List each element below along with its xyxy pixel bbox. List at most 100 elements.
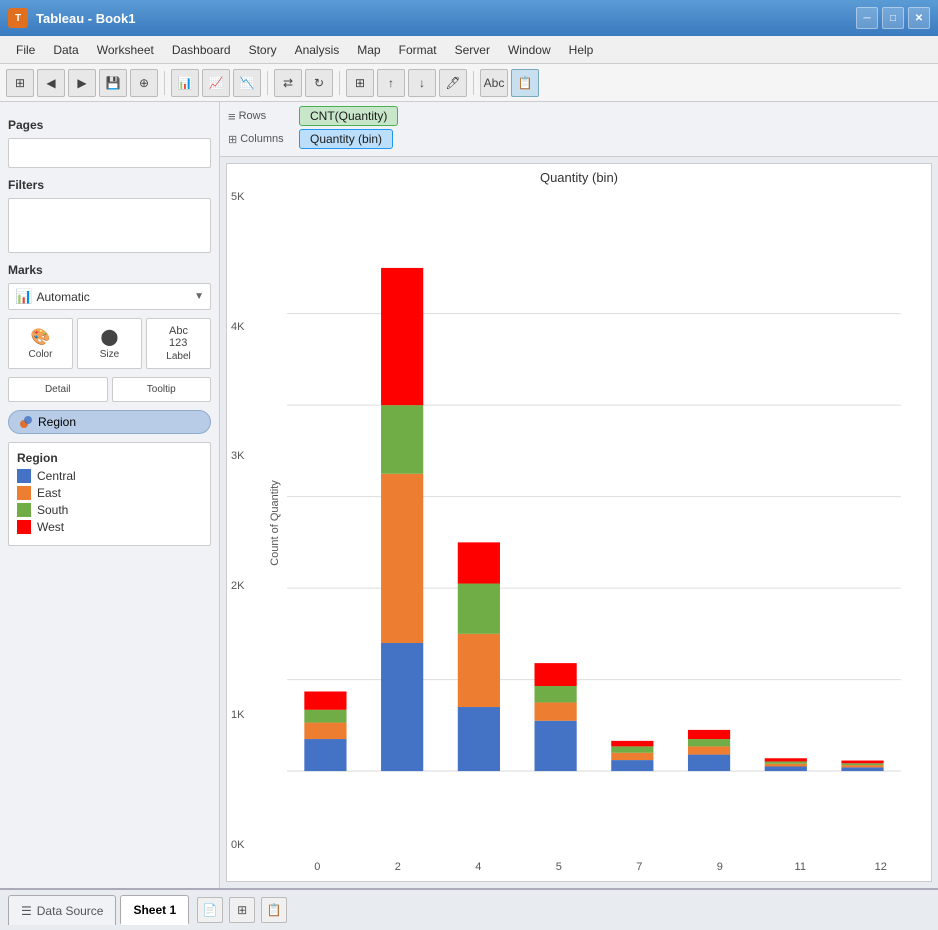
menu-server[interactable]: Server xyxy=(447,40,498,60)
new-sheet-btn[interactable]: 📄 xyxy=(197,897,223,923)
new-story-btn[interactable]: 📋 xyxy=(261,897,287,923)
marks-buttons: 🎨 Color ⬤ Size Abc123 Label xyxy=(8,318,211,369)
toolbar-group-btn[interactable]: ⊞ xyxy=(346,69,374,97)
x-label: 4 xyxy=(438,861,519,873)
menu-story[interactable]: Story xyxy=(241,40,285,60)
legend-title: Region xyxy=(17,451,202,465)
size-icon: ⬤ xyxy=(101,327,119,347)
y-label: 1K xyxy=(231,710,244,721)
bottom-bar: ☰ Data Source Sheet 1 📄 ⊞ 📋 xyxy=(0,888,938,930)
y-label: 5K xyxy=(231,192,244,203)
toolbar-chart1-btn[interactable]: 📊 xyxy=(171,69,199,97)
tooltip-btn[interactable]: Tooltip xyxy=(112,377,212,402)
toolbar-chart3-btn[interactable]: 📉 xyxy=(233,69,261,97)
dropdown-arrow-icon: ▼ xyxy=(194,291,204,302)
sheet1-tab[interactable]: Sheet 1 xyxy=(120,895,189,925)
app-icon: T xyxy=(8,8,28,28)
datasource-tab[interactable]: ☰ Data Source xyxy=(8,895,116,925)
marks-title: Marks xyxy=(8,263,211,277)
pages-box xyxy=(8,138,211,168)
toolbar-save-btn[interactable]: 💾 xyxy=(99,69,127,97)
marks-type-label: Automatic xyxy=(36,290,190,304)
detail-tooltip-btns: Detail Tooltip xyxy=(8,377,211,402)
chart-area: Quantity (bin) Count of Quantity 0245791… xyxy=(226,163,932,882)
shelves: ≡ Rows CNT(Quantity) ⊞ Columns Quantity … xyxy=(220,102,938,157)
legend-color-east xyxy=(17,486,31,500)
toolbar-sort-desc-btn[interactable]: ↓ xyxy=(408,69,436,97)
detail-label: Detail xyxy=(45,384,71,395)
marks-type-dropdown[interactable]: 📊 Automatic ▼ xyxy=(8,283,211,310)
menu-bar: File Data Worksheet Dashboard Story Anal… xyxy=(0,36,938,64)
minimize-button[interactable]: ─ xyxy=(856,7,878,29)
label-btn[interactable]: Abc123 Label xyxy=(146,318,211,369)
x-label: 7 xyxy=(599,861,680,873)
legend-label-south: South xyxy=(37,503,68,517)
region-pill[interactable]: Region xyxy=(8,410,211,434)
toolbar-sort-asc-btn[interactable]: ↑ xyxy=(377,69,405,97)
window-controls: ─ □ ✕ xyxy=(856,7,930,29)
color-btn[interactable]: 🎨 Color xyxy=(8,318,73,369)
toolbar-newds-btn[interactable]: ⊕ xyxy=(130,69,158,97)
rows-pill[interactable]: CNT(Quantity) xyxy=(299,106,398,126)
toolbar-sep-1 xyxy=(164,71,165,95)
color-label: Color xyxy=(29,349,53,360)
menu-format[interactable]: Format xyxy=(391,40,445,60)
toolbar-refresh-btn[interactable]: ↻ xyxy=(305,69,333,97)
tooltip-label: Tooltip xyxy=(147,384,176,395)
x-label: 2 xyxy=(358,861,439,873)
datasource-icon: ☰ xyxy=(21,904,32,918)
region-label: Region xyxy=(38,415,76,429)
menu-analysis[interactable]: Analysis xyxy=(287,40,348,60)
toolbar-back-btn[interactable]: ◀ xyxy=(37,69,65,97)
toolbar-sep-4 xyxy=(473,71,474,95)
x-axis-labels: 0245791112 xyxy=(277,861,921,873)
menu-dashboard[interactable]: Dashboard xyxy=(164,40,239,60)
toolbar-sep-3 xyxy=(339,71,340,95)
main-layout: Pages Filters Marks 📊 Automatic ▼ 🎨 Colo… xyxy=(0,102,938,888)
label-label: Label xyxy=(166,351,190,362)
toolbar-annotation-btn[interactable]: 🖊 xyxy=(439,69,467,97)
legend-item-south: South xyxy=(17,503,202,517)
toolbar-forward-btn[interactable]: ▶ xyxy=(68,69,96,97)
y-label: 0K xyxy=(231,840,244,851)
menu-data[interactable]: Data xyxy=(45,40,86,60)
menu-map[interactable]: Map xyxy=(349,40,388,60)
menu-help[interactable]: Help xyxy=(561,40,602,60)
detail-btn[interactable]: Detail xyxy=(8,377,108,402)
x-label: 0 xyxy=(277,861,358,873)
toolbar-showme-btn[interactable]: 📋 xyxy=(511,69,539,97)
sheet1-label: Sheet 1 xyxy=(133,903,176,917)
columns-pill[interactable]: Quantity (bin) xyxy=(299,129,393,149)
close-button[interactable]: ✕ xyxy=(908,7,930,29)
color-icon: 🎨 xyxy=(31,327,51,347)
menu-file[interactable]: File xyxy=(8,40,43,60)
menu-window[interactable]: Window xyxy=(500,40,559,60)
new-dashboard-btn[interactable]: ⊞ xyxy=(229,897,255,923)
app-title: Tableau - Book1 xyxy=(36,11,135,26)
legend-label-central: Central xyxy=(37,469,76,483)
toolbar-chart2-btn[interactable]: 📈 xyxy=(202,69,230,97)
legend-item-west: West xyxy=(17,520,202,534)
rows-shelf: ≡ Rows CNT(Quantity) xyxy=(228,106,930,126)
sheet-action-icons: 📄 ⊞ 📋 xyxy=(197,897,287,923)
menu-worksheet[interactable]: Worksheet xyxy=(89,40,162,60)
bar-chart-icon: 📊 xyxy=(15,288,32,305)
left-panel: Pages Filters Marks 📊 Automatic ▼ 🎨 Colo… xyxy=(0,102,220,888)
toolbar-text-btn[interactable]: Abc xyxy=(480,69,508,97)
rows-shelf-label: ≡ Rows xyxy=(228,109,293,124)
y-label: 2K xyxy=(231,581,244,592)
chart-title: Quantity (bin) xyxy=(227,164,931,191)
columns-shelf: ⊞ Columns Quantity (bin) xyxy=(228,129,930,149)
title-bar: T Tableau - Book1 ─ □ ✕ xyxy=(0,0,938,36)
size-btn[interactable]: ⬤ Size xyxy=(77,318,142,369)
chart-svg xyxy=(277,192,921,847)
toolbar-home-btn[interactable]: ⊞ xyxy=(6,69,34,97)
label-icon: Abc123 xyxy=(169,325,188,349)
right-area: ≡ Rows CNT(Quantity) ⊞ Columns Quantity … xyxy=(220,102,938,888)
x-label: 5 xyxy=(519,861,600,873)
legend-item-east: East xyxy=(17,486,202,500)
columns-shelf-label: ⊞ Columns xyxy=(228,133,293,146)
x-label: 12 xyxy=(841,861,922,873)
toolbar-swap-btn[interactable]: ⇄ xyxy=(274,69,302,97)
maximize-button[interactable]: □ xyxy=(882,7,904,29)
